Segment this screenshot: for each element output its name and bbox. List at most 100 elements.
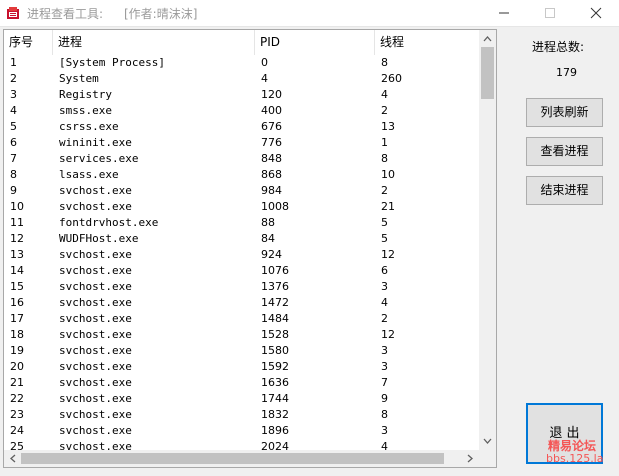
cell-index: 21 bbox=[10, 376, 24, 389]
table-row[interactable]: 18 svchost.exe 1528 12 bbox=[4, 327, 480, 343]
cell-threads: 1 bbox=[381, 136, 388, 149]
cell-process: wininit.exe bbox=[59, 136, 132, 149]
cell-pid: 1376 bbox=[261, 280, 289, 293]
cell-process: svchost.exe bbox=[59, 200, 132, 213]
table-row[interactable]: 9 svchost.exe 984 2 bbox=[4, 183, 480, 199]
table-row[interactable]: 24 svchost.exe 1896 3 bbox=[4, 423, 480, 439]
minimize-icon bbox=[499, 12, 509, 14]
cell-threads: 4 bbox=[381, 296, 388, 309]
cell-process: fontdrvhost.exe bbox=[59, 216, 159, 229]
horizontal-scroll-thumb[interactable] bbox=[21, 453, 444, 464]
close-button[interactable] bbox=[573, 0, 619, 26]
cell-pid: 88 bbox=[261, 216, 275, 229]
cell-process: System bbox=[59, 72, 99, 85]
minimize-button[interactable] bbox=[481, 0, 527, 26]
cell-pid: 1484 bbox=[261, 312, 289, 325]
cell-index: 8 bbox=[10, 168, 17, 181]
cell-pid: 1528 bbox=[261, 328, 289, 341]
column-header-pid[interactable]: PID bbox=[255, 30, 375, 55]
list-header: 序号 进程 PID 线程 bbox=[4, 30, 480, 55]
process-list[interactable]: 序号 进程 PID 线程 1 [System Process] 0 8 2 System 4… bbox=[3, 29, 497, 468]
cell-index: 12 bbox=[10, 232, 24, 245]
cell-index: 14 bbox=[10, 264, 24, 277]
cell-pid: 676 bbox=[261, 120, 282, 133]
cell-threads: 260 bbox=[381, 72, 402, 85]
table-row[interactable]: 8 lsass.exe 868 10 bbox=[4, 167, 480, 183]
table-row[interactable]: 11 fontdrvhost.exe 88 5 bbox=[4, 215, 480, 231]
table-row[interactable]: 20 svchost.exe 1592 3 bbox=[4, 359, 480, 375]
table-row[interactable]: 12 WUDFHost.exe 84 5 bbox=[4, 231, 480, 247]
chevron-right-icon bbox=[467, 454, 473, 463]
table-row[interactable]: 13 svchost.exe 924 12 bbox=[4, 247, 480, 263]
end-process-button[interactable]: 结束进程 bbox=[526, 176, 603, 205]
cell-pid: 848 bbox=[261, 152, 282, 165]
cell-threads: 21 bbox=[381, 200, 395, 213]
cell-pid: 1580 bbox=[261, 344, 289, 357]
table-row[interactable]: 4 smss.exe 400 2 bbox=[4, 103, 480, 119]
cell-process: svchost.exe bbox=[59, 312, 132, 325]
maximize-button[interactable] bbox=[527, 0, 573, 26]
table-row[interactable]: 19 svchost.exe 1580 3 bbox=[4, 343, 480, 359]
cell-process: svchost.exe bbox=[59, 280, 132, 293]
cell-index: 11 bbox=[10, 216, 24, 229]
table-row[interactable]: 21 svchost.exe 1636 7 bbox=[4, 375, 480, 391]
cell-threads: 5 bbox=[381, 232, 388, 245]
table-row[interactable]: 2 System 4 260 bbox=[4, 71, 480, 87]
cell-threads: 12 bbox=[381, 248, 395, 261]
cell-pid: 1076 bbox=[261, 264, 289, 277]
cell-pid: 0 bbox=[261, 56, 268, 69]
cell-threads: 4 bbox=[381, 88, 388, 101]
cell-process: Registry bbox=[59, 88, 112, 101]
cell-threads: 9 bbox=[381, 392, 388, 405]
table-row[interactable]: 17 svchost.exe 1484 2 bbox=[4, 311, 480, 327]
cell-pid: 1832 bbox=[261, 408, 289, 421]
cell-index: 16 bbox=[10, 296, 24, 309]
cell-threads: 6 bbox=[381, 264, 388, 277]
refresh-list-button[interactable]: 列表刷新 bbox=[526, 98, 603, 127]
scroll-down-button[interactable] bbox=[479, 433, 496, 450]
cell-index: 19 bbox=[10, 344, 24, 357]
table-row[interactable]: 7 services.exe 848 8 bbox=[4, 151, 480, 167]
table-row[interactable]: 3 Registry 120 4 bbox=[4, 87, 480, 103]
scroll-left-button[interactable] bbox=[4, 450, 21, 467]
table-row[interactable]: 5 csrss.exe 676 13 bbox=[4, 119, 480, 135]
table-row[interactable]: 22 svchost.exe 1744 9 bbox=[4, 391, 480, 407]
scroll-up-button[interactable] bbox=[479, 30, 496, 47]
column-header-index[interactable]: 序号 bbox=[4, 30, 53, 55]
cell-process: services.exe bbox=[59, 152, 139, 165]
app-icon bbox=[7, 7, 19, 19]
cell-process: lsass.exe bbox=[59, 168, 119, 181]
cell-process: svchost.exe bbox=[59, 376, 132, 389]
vertical-scrollbar[interactable] bbox=[479, 30, 496, 450]
table-row[interactable]: 15 svchost.exe 1376 3 bbox=[4, 279, 480, 295]
horizontal-scrollbar[interactable] bbox=[4, 450, 480, 467]
cell-threads: 3 bbox=[381, 360, 388, 373]
table-row[interactable]: 16 svchost.exe 1472 4 bbox=[4, 295, 480, 311]
cell-index: 6 bbox=[10, 136, 17, 149]
cell-index: 4 bbox=[10, 104, 17, 117]
cell-threads: 3 bbox=[381, 424, 388, 437]
cell-index: 24 bbox=[10, 424, 24, 437]
cell-pid: 84 bbox=[261, 232, 275, 245]
column-header-threads[interactable]: 线程 bbox=[375, 30, 480, 55]
table-row[interactable]: 1 [System Process] 0 8 bbox=[4, 55, 480, 71]
chevron-up-icon bbox=[483, 36, 492, 42]
window-title: 进程查看工具: bbox=[27, 7, 104, 21]
cell-threads: 8 bbox=[381, 408, 388, 421]
cell-process: svchost.exe bbox=[59, 344, 132, 357]
close-icon bbox=[590, 7, 602, 19]
watermark-url: bbs.125.la bbox=[546, 452, 604, 465]
cell-pid: 400 bbox=[261, 104, 282, 117]
table-row[interactable]: 6 wininit.exe 776 1 bbox=[4, 135, 480, 151]
scrollbar-corner bbox=[479, 450, 496, 467]
cell-index: 1 bbox=[10, 56, 17, 69]
table-row[interactable]: 14 svchost.exe 1076 6 bbox=[4, 263, 480, 279]
cell-process: [System Process] bbox=[59, 56, 165, 69]
scroll-right-button[interactable] bbox=[462, 450, 479, 467]
view-process-button[interactable]: 查看进程 bbox=[526, 137, 603, 166]
column-header-process[interactable]: 进程 bbox=[53, 30, 255, 55]
cell-process: svchost.exe bbox=[59, 408, 132, 421]
table-row[interactable]: 23 svchost.exe 1832 8 bbox=[4, 407, 480, 423]
table-row[interactable]: 10 svchost.exe 1008 21 bbox=[4, 199, 480, 215]
vertical-scroll-thumb[interactable] bbox=[481, 47, 494, 99]
